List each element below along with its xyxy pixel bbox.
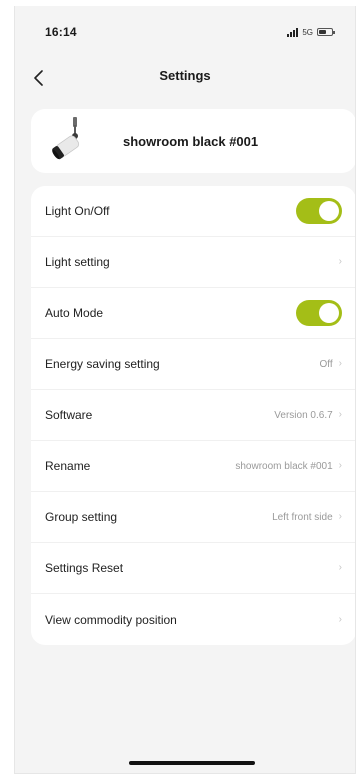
row-label: Rename [45,459,91,473]
settings-reset-row[interactable]: Settings Reset › [31,543,355,594]
auto-mode-row: Auto Mode [31,288,355,339]
page-title: Settings [159,68,211,83]
row-right: › [338,613,342,625]
battery-icon [317,28,335,36]
software-row[interactable]: Software Version 0.6.7 › [31,390,355,441]
row-right: showroom black #001 › [235,461,342,472]
chevron-right-icon: › [338,511,342,522]
chevron-right-icon: › [338,409,342,420]
status-indicators: 5G [287,27,335,37]
chevron-right-icon: › [338,562,342,573]
row-label: Software [45,408,93,422]
chevron-right-icon: › [338,256,342,267]
light-setting-row[interactable]: Light setting › [31,237,355,288]
signal-icon [287,27,299,37]
row-label: View commodity position [45,612,177,627]
chevron-right-icon: › [338,613,342,625]
row-label: Settings Reset [45,561,124,575]
row-right: Version 0.6.7 › [274,410,342,421]
device-card[interactable]: showroom black #001 [31,109,355,173]
row-label: Auto Mode [45,306,104,320]
nav-bar: Settings [15,58,355,98]
track-light-icon [52,117,80,160]
group-setting-value: Left front side [272,511,333,523]
home-indicator[interactable] [129,761,255,765]
view-commodity-row[interactable]: View commodity position › [31,594,355,645]
status-time: 16:14 [45,25,77,39]
rename-row[interactable]: Rename showroom black #001 › [31,441,355,492]
group-setting-row[interactable]: Group setting Left front side › [31,492,355,543]
energy-saving-row[interactable]: Energy saving setting Off › [31,339,355,390]
row-label: Group setting [45,510,118,524]
light-on-off-row: Light On/Off [31,186,355,237]
software-version: Version 0.6.7 [274,409,333,421]
rename-value: showroom black #001 [235,460,333,472]
energy-saving-value: Off [319,358,333,370]
network-type: 5G [302,27,313,37]
device-name: showroom black #001 [123,133,259,149]
phone-screen: 16:14 5G Settings showroom black #001 Li… [14,6,356,774]
row-right: › [339,563,342,573]
row-label: Light setting [45,255,110,269]
light-on-off-toggle[interactable] [296,198,342,224]
row-right: Off › [320,359,343,370]
toggle-knob [319,303,339,323]
toggle-knob [319,201,339,221]
auto-mode-toggle[interactable] [296,300,342,326]
row-label: Light On/Off [45,204,110,218]
row-right: › [339,257,342,267]
status-bar: 16:14 5G [15,6,355,58]
chevron-right-icon: › [338,460,342,471]
row-right: Left front side › [272,512,342,523]
chevron-right-icon: › [338,358,342,369]
settings-list: Light On/Off Light setting › Auto Mode E… [31,186,355,645]
row-label: Energy saving setting [45,357,160,371]
